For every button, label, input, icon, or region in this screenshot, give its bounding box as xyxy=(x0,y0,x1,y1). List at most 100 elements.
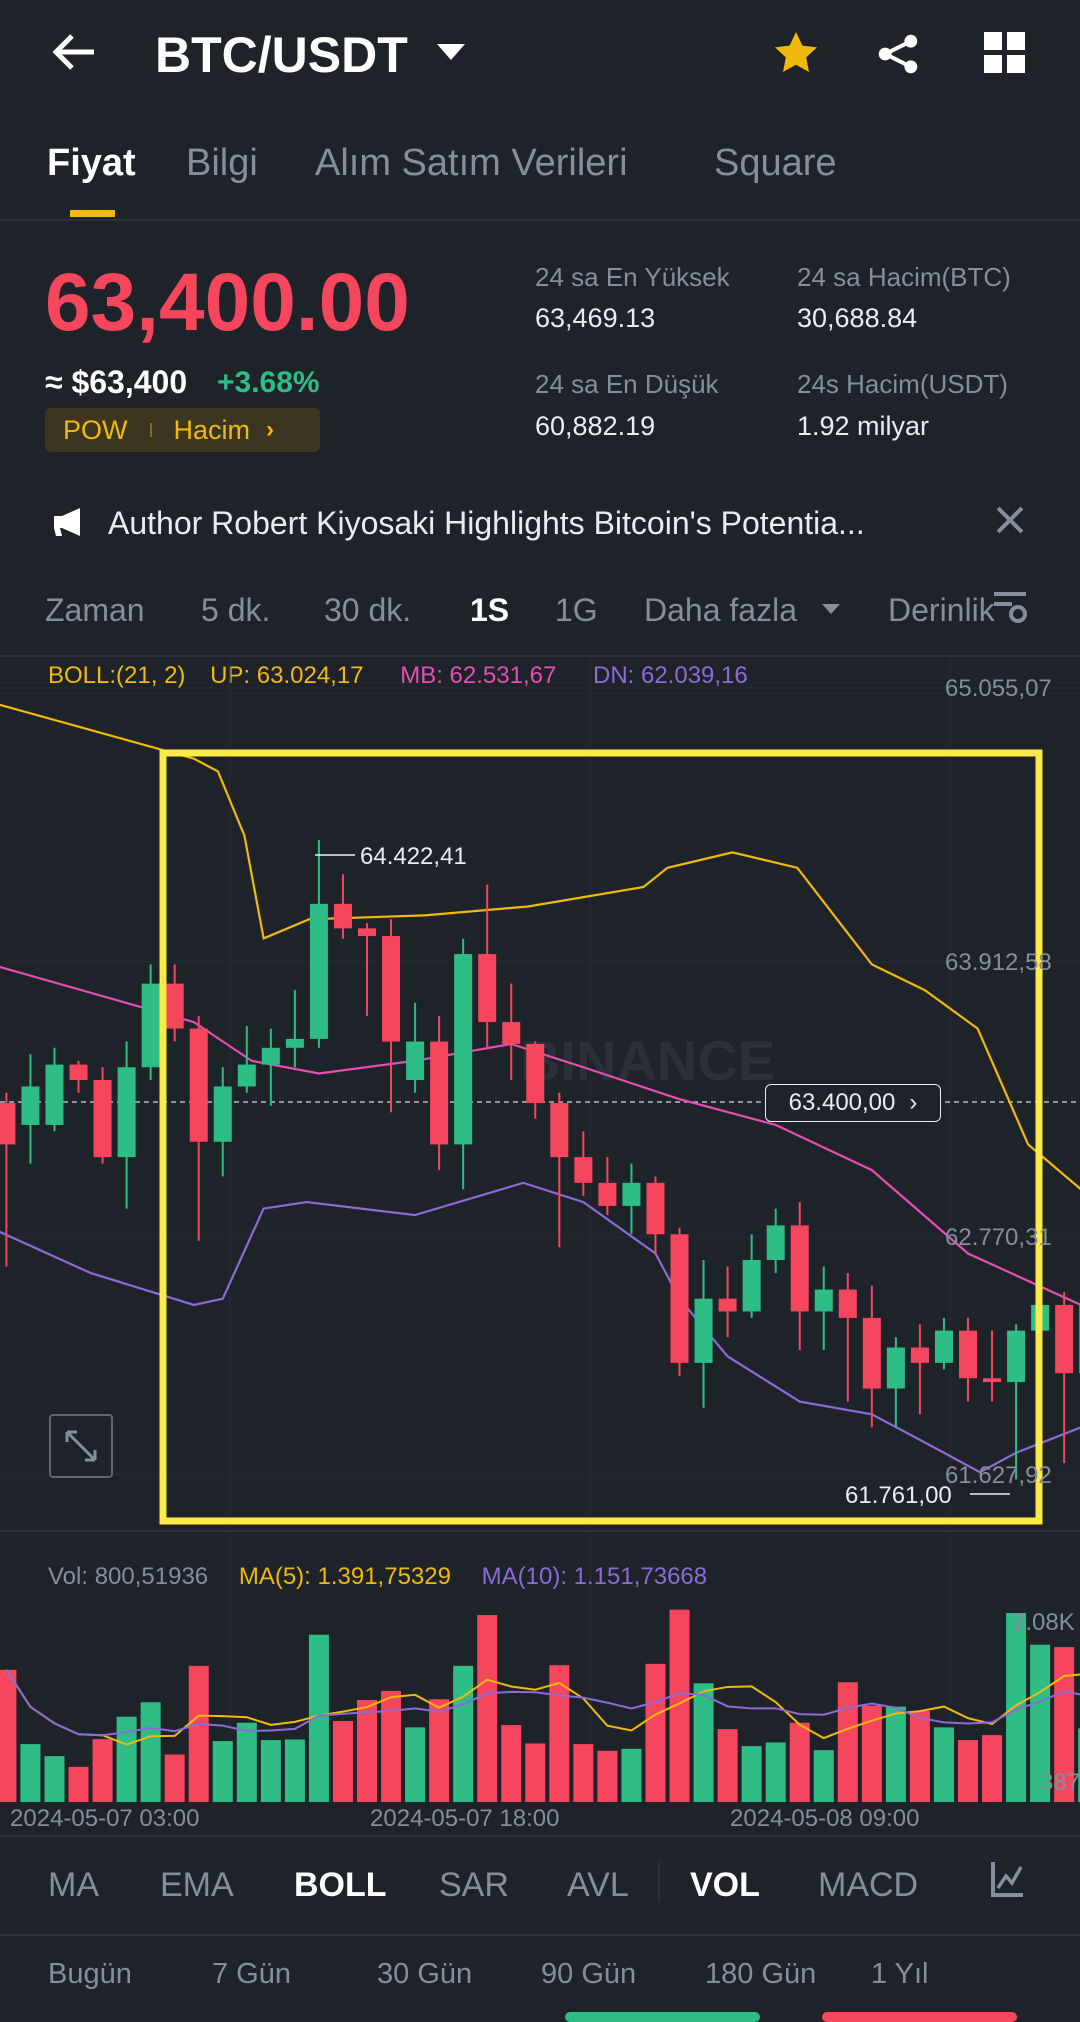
candle-body xyxy=(838,1289,857,1318)
buy-button[interactable] xyxy=(565,2012,760,2022)
volume-bar xyxy=(260,1740,281,1802)
sell-button[interactable] xyxy=(822,2012,1017,2022)
volume-bar xyxy=(573,1744,594,1802)
volume-bar xyxy=(789,1722,810,1802)
volume-bar xyxy=(0,1669,17,1802)
volume-bar xyxy=(765,1742,786,1802)
high-marker: 64.422,41 xyxy=(360,843,467,870)
volume-bar xyxy=(645,1663,666,1802)
vol-legend: Vol: 800,51936 MA(5): 1.391,75329 MA(10)… xyxy=(48,1563,707,1591)
indicator-avl[interactable]: AVL xyxy=(567,1866,629,1905)
candle-body xyxy=(694,1298,713,1363)
candle-body xyxy=(598,1182,617,1206)
candle-body xyxy=(934,1330,953,1363)
vol-ma10: MA(10): 1.151,73668 xyxy=(481,1563,708,1590)
vol-ma5: MA(5): 1.391,75329 xyxy=(238,1563,451,1590)
time-axis-label: 2024-05-07 18:00 xyxy=(370,1805,560,1832)
divider xyxy=(658,1862,660,1902)
candle-body xyxy=(165,983,184,1029)
candle-body xyxy=(983,1378,1002,1383)
candle-body xyxy=(213,1086,232,1142)
volume-bar xyxy=(477,1615,498,1802)
highlight-box xyxy=(159,749,1043,1525)
volume-bar xyxy=(116,1716,137,1802)
current-price-value: 63.400,00 xyxy=(788,1089,896,1116)
current-price-tag[interactable]: 63.400,00 › xyxy=(765,1084,941,1122)
range-today[interactable]: Bugün xyxy=(48,1958,132,1991)
candlestick-chart[interactable]: BINANCE 64.422,41 61.761,00 65.055,07 63… xyxy=(0,0,1080,2016)
candle-body xyxy=(502,1022,521,1044)
volume-bar xyxy=(453,1665,474,1802)
candle-body xyxy=(862,1317,881,1389)
volume-bar xyxy=(164,1754,185,1802)
candle-body xyxy=(790,1225,809,1312)
indicator-vol[interactable]: VOL xyxy=(690,1866,760,1905)
price-axis-label: 61.627,92 xyxy=(945,1462,1052,1489)
price-axis-label: 63.912,58 xyxy=(945,949,1052,976)
candle-body xyxy=(670,1234,689,1363)
candle-body xyxy=(237,1064,256,1087)
volume-bar xyxy=(909,1711,930,1802)
divider xyxy=(0,1934,1080,1936)
volume-bar xyxy=(357,1700,377,1802)
volume-bar xyxy=(621,1748,642,1802)
candle-body xyxy=(814,1289,833,1312)
candle-body xyxy=(766,1225,785,1260)
indicator-sar[interactable]: SAR xyxy=(439,1866,509,1905)
volume-bar xyxy=(597,1750,618,1802)
indicator-ma[interactable]: MA xyxy=(48,1866,99,1905)
volume-bar xyxy=(693,1683,714,1802)
candle-body xyxy=(189,1028,208,1142)
candle-body xyxy=(0,1103,16,1145)
divider xyxy=(0,1530,1080,1532)
volume-bar xyxy=(525,1743,546,1802)
candle-body xyxy=(574,1157,593,1183)
expand-icon xyxy=(65,1430,97,1462)
indicator-macd[interactable]: MACD xyxy=(818,1866,918,1905)
range-30d[interactable]: 30 Gün xyxy=(377,1958,472,1991)
candle-body xyxy=(45,1064,64,1125)
volume-bar xyxy=(44,1756,65,1802)
candle-body xyxy=(117,1067,136,1158)
volume-bar xyxy=(717,1729,738,1802)
indicator-boll[interactable]: BOLL xyxy=(294,1866,387,1905)
candle-body xyxy=(959,1330,977,1379)
price-axis-label: 65.055,07 xyxy=(945,675,1052,702)
volume-bar xyxy=(982,1735,1003,1802)
candle-body xyxy=(21,1086,40,1125)
candle-body xyxy=(333,903,352,929)
candle-body xyxy=(886,1347,905,1389)
range-7d[interactable]: 7 Gün xyxy=(212,1958,291,1991)
candle-body xyxy=(93,1079,112,1158)
volume-bar xyxy=(837,1682,858,1802)
divider xyxy=(0,1835,1080,1837)
candle-body xyxy=(718,1298,737,1312)
vol-axis-label: 2.08K xyxy=(1012,1609,1075,1636)
candle-body xyxy=(430,1041,449,1145)
volume-bar xyxy=(405,1727,426,1802)
candle-body xyxy=(309,903,328,1039)
indicator-settings-icon[interactable] xyxy=(990,1862,1024,1898)
candle-body xyxy=(454,954,473,1145)
chevron-right-icon: › xyxy=(909,1089,918,1116)
volume-bar xyxy=(188,1665,209,1802)
range-180d[interactable]: 180 Gün xyxy=(705,1958,816,1991)
indicator-ema[interactable]: EMA xyxy=(160,1866,234,1905)
fullscreen-button[interactable] xyxy=(49,1414,113,1478)
candle-body xyxy=(358,928,376,937)
candle-body xyxy=(1055,1304,1074,1374)
volume-bar xyxy=(381,1690,402,1802)
volume-bar xyxy=(933,1727,954,1802)
watermark: BINANCE xyxy=(520,1029,775,1092)
vol-axis-label: 387 xyxy=(1040,1769,1080,1796)
volume-bar xyxy=(140,1702,161,1802)
volume-bar xyxy=(68,1766,89,1802)
volume-bar xyxy=(284,1739,305,1802)
range-90d[interactable]: 90 Gün xyxy=(541,1958,636,1991)
range-1y[interactable]: 1 Yıl xyxy=(871,1958,929,1991)
vol-value: Vol: 800,51936 xyxy=(48,1563,209,1590)
volume-bar xyxy=(501,1725,522,1802)
time-axis-label: 2024-05-07 03:00 xyxy=(10,1805,200,1832)
candle-body xyxy=(1007,1330,1026,1383)
candle-body xyxy=(910,1347,929,1363)
